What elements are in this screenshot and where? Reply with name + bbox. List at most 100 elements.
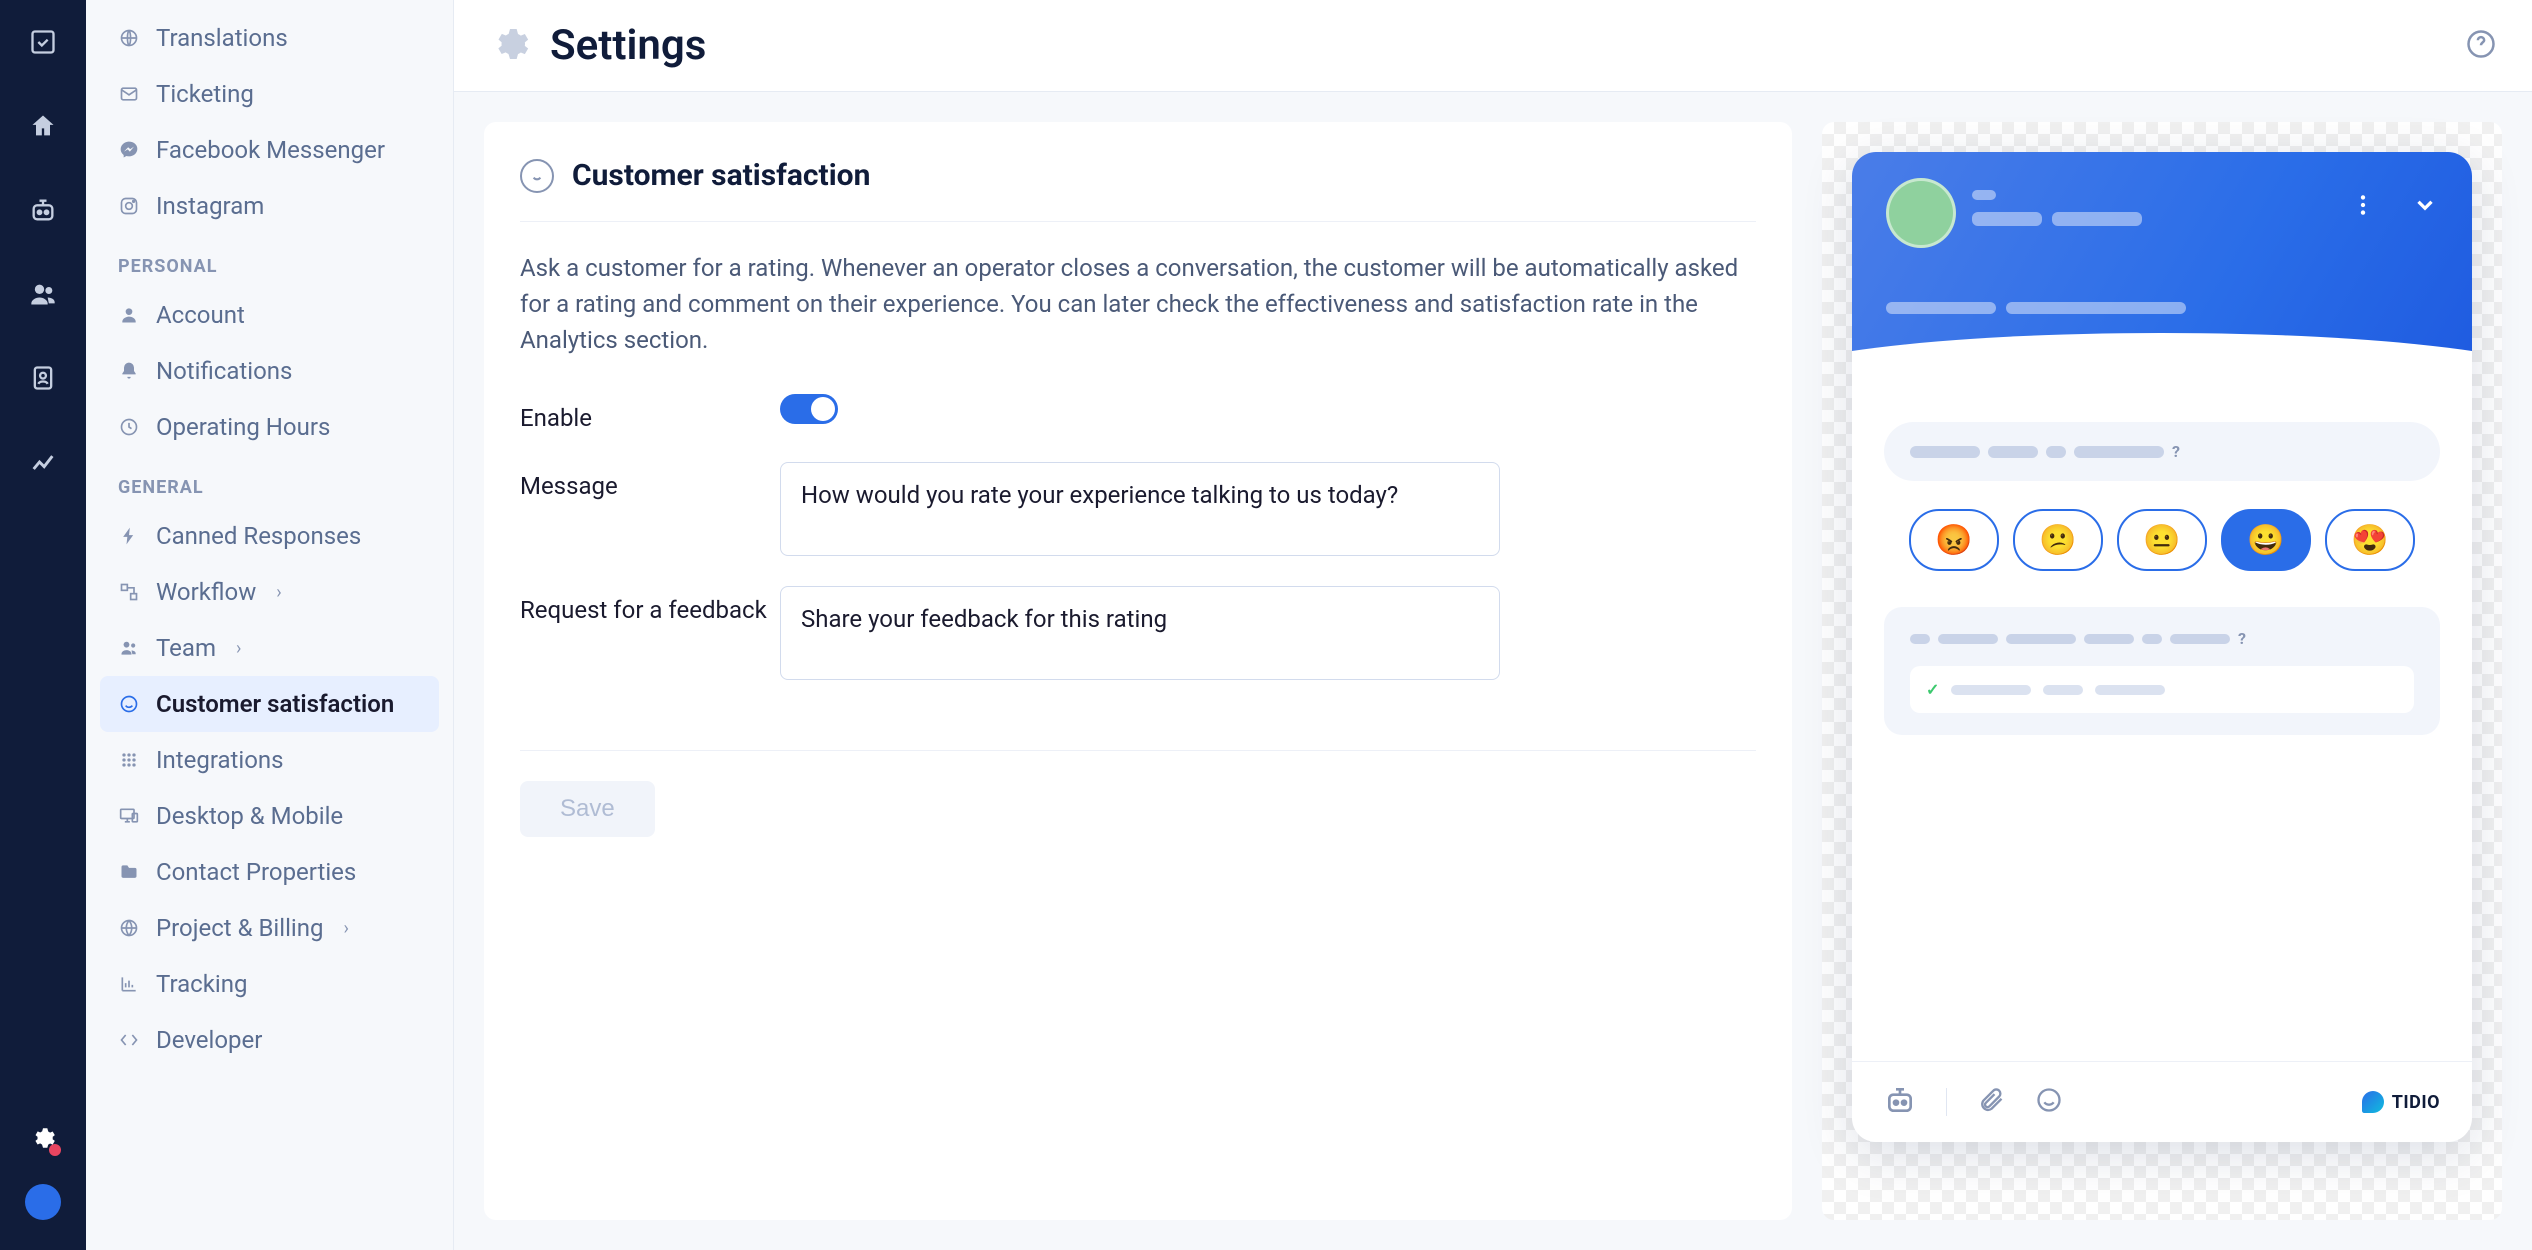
chat-footer: TIDIO [1852, 1061, 2472, 1142]
menu-dots-icon[interactable] [2350, 192, 2376, 222]
sidebar-label: Integrations [156, 746, 284, 774]
emoji-sad[interactable]: 😕 [2013, 509, 2103, 571]
sidebar-label: Account [156, 301, 245, 329]
instagram-icon [118, 195, 140, 217]
sidebar-label: Customer satisfaction [156, 690, 394, 718]
panel-description: Ask a customer for a rating. Whenever an… [520, 250, 1756, 358]
sidebar-item-developer[interactable]: Developer [100, 1012, 439, 1068]
message-input[interactable] [780, 462, 1500, 556]
smile-icon [520, 159, 554, 193]
sidebar-item-instagram[interactable]: Instagram [100, 178, 439, 234]
world-icon [118, 917, 140, 939]
chat-avatar [1886, 178, 1956, 248]
message-bubble: ? [1884, 422, 2440, 481]
divider [520, 750, 1756, 751]
rail-bot-icon[interactable] [21, 188, 65, 232]
chart-icon [118, 973, 140, 995]
emoji-happy[interactable]: 😀 [2221, 509, 2311, 571]
sidebar-item-project-billing[interactable]: Project & Billing › [100, 900, 439, 956]
bolt-icon [118, 525, 140, 547]
smile-icon [118, 693, 140, 715]
sidebar-item-canned[interactable]: Canned Responses [100, 508, 439, 564]
sidebar-item-messenger[interactable]: Facebook Messenger [100, 122, 439, 178]
sidebar-label: Contact Properties [156, 858, 356, 886]
sidebar-label: Project & Billing [156, 914, 323, 942]
sidebar-item-operating-hours[interactable]: Operating Hours [100, 399, 439, 455]
sidebar-item-contact-properties[interactable]: Contact Properties [100, 844, 439, 900]
rail-address-icon[interactable] [21, 356, 65, 400]
sidebar-item-notifications[interactable]: Notifications [100, 343, 439, 399]
save-button[interactable]: Save [520, 781, 655, 837]
rail-contacts-icon[interactable] [21, 272, 65, 316]
sidebar-label: Translations [156, 24, 288, 52]
chevron-right-icon: › [276, 582, 281, 603]
check-icon: ✓ [1926, 680, 1939, 699]
sidebar-label: Desktop & Mobile [156, 802, 343, 830]
sidebar-label: Facebook Messenger [156, 136, 385, 164]
clock-icon [118, 416, 140, 438]
sidebar-item-integrations[interactable]: Integrations [100, 732, 439, 788]
emoji-rating-row: 😡 😕 😐 😀 😍 [1884, 509, 2440, 571]
bot-icon[interactable] [1884, 1084, 1916, 1120]
sidebar-label: Tracking [156, 970, 247, 998]
sidebar-item-tracking[interactable]: Tracking [100, 956, 439, 1012]
attachment-icon[interactable] [1977, 1086, 2005, 1118]
folder-icon [118, 861, 140, 883]
sidebar-label: Ticketing [156, 80, 254, 108]
notification-dot [49, 1144, 61, 1156]
sidebar-label: Team [156, 634, 216, 662]
rail-home-icon[interactable] [21, 104, 65, 148]
message-label: Message [520, 462, 780, 500]
messenger-icon [118, 139, 140, 161]
sidebar-label: Developer [156, 1026, 262, 1054]
rail-settings-icon[interactable] [21, 1116, 65, 1160]
sidebar-label: Canned Responses [156, 522, 361, 550]
sidebar-label: Operating Hours [156, 413, 330, 441]
sidebar-label: Notifications [156, 357, 292, 385]
sidebar-item-translations[interactable]: Translations [100, 10, 439, 66]
help-icon[interactable] [2466, 29, 2496, 63]
main-nav-rail [0, 0, 86, 1250]
sidebar-item-workflow[interactable]: Workflow › [100, 564, 439, 620]
feedback-label: Request for a feedback [520, 586, 780, 624]
brand-badge: TIDIO [2362, 1091, 2440, 1113]
gear-icon [490, 24, 530, 68]
sidebar-section-general: GENERAL [100, 455, 439, 508]
enable-toggle[interactable] [780, 394, 838, 424]
settings-sidebar: Translations Ticketing Facebook Messenge… [86, 0, 454, 1250]
sidebar-item-account[interactable]: Account [100, 287, 439, 343]
main-panel: Customer satisfaction Ask a customer for… [484, 122, 1792, 1220]
team-icon [118, 637, 140, 659]
brand-logo-icon [2362, 1091, 2384, 1113]
sidebar-item-ticketing[interactable]: Ticketing [100, 66, 439, 122]
page-title: Settings [550, 21, 706, 70]
devices-icon [118, 805, 140, 827]
rail-analytics-icon[interactable] [21, 440, 65, 484]
rail-inbox-icon[interactable] [21, 20, 65, 64]
globe-icon [118, 27, 140, 49]
emoji-love[interactable]: 😍 [2325, 509, 2415, 571]
feedback-input[interactable] [780, 586, 1500, 680]
panel-title-text: Customer satisfaction [572, 158, 870, 193]
sidebar-label: Instagram [156, 192, 264, 220]
emoji-angry[interactable]: 😡 [1909, 509, 1999, 571]
sidebar-section-personal: PERSONAL [100, 234, 439, 287]
sidebar-item-customer-satisfaction[interactable]: Customer satisfaction [100, 676, 439, 732]
topbar: Settings [454, 0, 2532, 92]
emoji-picker-icon[interactable] [2035, 1086, 2063, 1118]
enable-label: Enable [520, 394, 780, 432]
chat-widget-preview: ? 😡 😕 😐 😀 😍 ? ✓ [1852, 152, 2472, 1142]
emoji-neutral[interactable]: 😐 [2117, 509, 2207, 571]
preview-pane: ? 😡 😕 😐 😀 😍 ? ✓ [1822, 122, 2502, 1220]
code-icon [118, 1029, 140, 1051]
feedback-bubble: ? ✓ [1884, 607, 2440, 735]
sidebar-item-team[interactable]: Team › [100, 620, 439, 676]
rail-user-avatar[interactable] [25, 1184, 61, 1220]
workflow-icon [118, 581, 140, 603]
mail-icon [118, 83, 140, 105]
chevron-right-icon: › [236, 638, 241, 659]
chevron-down-icon[interactable] [2412, 192, 2438, 222]
chat-header [1852, 152, 2472, 382]
sidebar-item-desktop-mobile[interactable]: Desktop & Mobile [100, 788, 439, 844]
bell-icon [118, 360, 140, 382]
